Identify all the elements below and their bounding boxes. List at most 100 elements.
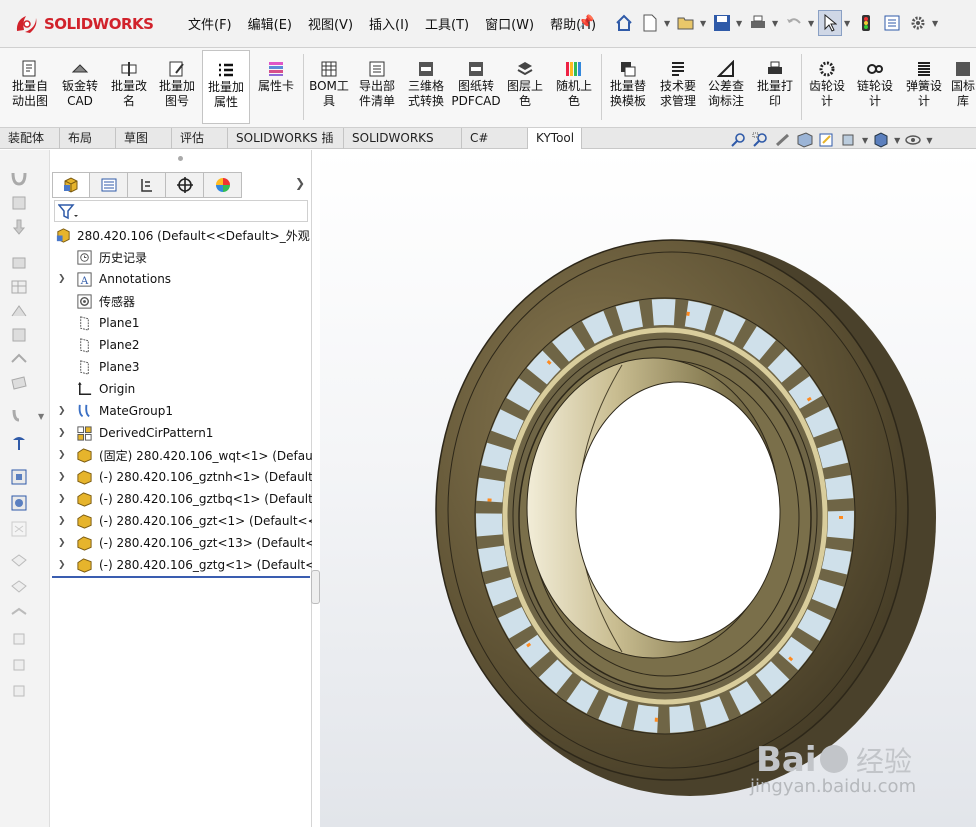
menu-file[interactable]: 文件(F) <box>180 14 240 33</box>
menu-edit[interactable]: 编辑(E) <box>240 14 300 33</box>
reference-geometry-icon[interactable] <box>9 350 29 368</box>
menu-insert[interactable]: 插入(I) <box>361 14 417 33</box>
tab-solidworks-mbd[interactable]: SOLIDWORKS MBD <box>344 128 462 165</box>
assembly-tool-4-icon[interactable] <box>9 630 29 648</box>
bom-tools-button[interactable]: BOM工 具 <box>306 50 352 124</box>
component-icon[interactable] <box>9 194 29 212</box>
tab-sketch[interactable]: 草图 <box>116 128 172 149</box>
expand-arrow-icon[interactable]: ❯ <box>58 560 66 570</box>
chevron-right-icon[interactable]: ❯ <box>295 176 305 190</box>
expand-arrow-icon[interactable]: ❯ <box>58 274 66 284</box>
dimxpert-tab[interactable] <box>166 172 204 198</box>
batch-replace-template-button[interactable]: 批量替 换模板 <box>604 50 652 124</box>
zoom-area-icon[interactable] <box>752 132 770 148</box>
select-pointer-icon[interactable] <box>818 10 842 36</box>
tree-item-plane2[interactable]: Plane2 <box>52 334 312 356</box>
expand-arrow-icon[interactable]: ❯ <box>58 428 66 438</box>
pin-menu-icon[interactable]: 📌 <box>578 15 594 30</box>
new-dropdown-icon[interactable]: ▼ <box>664 19 672 28</box>
options-list-icon[interactable] <box>880 10 904 36</box>
tree-item-sensors[interactable]: 传感器 <box>52 290 312 312</box>
feature-icon[interactable] <box>9 326 29 344</box>
assembly-tool-3-icon[interactable] <box>9 604 29 622</box>
property-manager-tab[interactable] <box>90 172 128 198</box>
expand-arrow-icon[interactable]: ❯ <box>58 472 66 482</box>
tree-item-plane1[interactable]: Plane1 <box>52 312 312 334</box>
tree-item-component-gztnh[interactable]: ❯ (-) 280.420.106_gztnh<1> (Default<< <box>52 466 312 488</box>
configuration-manager-tab[interactable] <box>128 172 166 198</box>
tree-item-component-gztbq[interactable]: ❯ (-) 280.420.106_gztbq<1> (Default<< <box>52 488 312 510</box>
select-dropdown-icon[interactable]: ▼ <box>844 19 852 28</box>
open-dropdown-icon[interactable]: ▼ <box>700 19 708 28</box>
dynamic-annotation-icon[interactable] <box>818 132 836 148</box>
save-icon[interactable] <box>710 10 734 36</box>
assembly-tool-2-icon[interactable] <box>9 578 29 596</box>
sprocket-design-button[interactable]: 链轮设 计 <box>852 50 898 124</box>
move-component-icon[interactable] <box>9 254 29 272</box>
batch-add-properties-button[interactable]: 批量加 属性 <box>202 50 250 124</box>
assembly-tool-1-icon[interactable] <box>9 552 29 570</box>
tree-item-component-gzt-13[interactable]: ❯ (-) 280.420.106_gzt<13> (Default<<l <box>52 532 312 554</box>
tree-item-mategroup1[interactable]: ❯ MateGroup1 <box>52 400 312 422</box>
tree-item-derivedcirpattern1[interactable]: ❯ DerivedCirPattern1 <box>52 422 312 444</box>
insert-component-icon[interactable] <box>9 218 29 236</box>
home-icon[interactable] <box>612 10 636 36</box>
undo-dropdown-icon[interactable]: ▼ <box>808 19 816 28</box>
sketch-icon[interactable] <box>9 302 29 320</box>
filter-icon[interactable] <box>58 204 78 220</box>
tab-assembly[interactable]: 装配体 <box>0 128 60 149</box>
tree-root-assembly[interactable]: 280.420.106 (Default<<Default>_外观 显 <box>52 224 312 246</box>
print-dropdown-icon[interactable]: ▼ <box>772 19 780 28</box>
panel-splitter-handle[interactable] <box>311 570 320 604</box>
expand-arrow-icon[interactable]: ❯ <box>58 406 66 416</box>
tolerance-query-button[interactable]: 公差查 询标注 <box>702 50 750 124</box>
drawing-to-pdf-cad-button[interactable]: 图纸转 PDFCAD <box>451 50 501 124</box>
tree-item-component-wqt[interactable]: ❯ (固定) 280.420.106_wqt<1> (Default< <box>52 444 312 466</box>
tree-item-origin[interactable]: Origin <box>52 378 312 400</box>
display-manager-tab[interactable] <box>204 172 242 198</box>
batch-auto-drawing-button[interactable]: 批量自 动出图 <box>6 50 54 124</box>
tab-kytool[interactable]: KYTool <box>528 128 582 149</box>
save-dropdown-icon[interactable]: ▼ <box>736 19 744 28</box>
rollback-bar[interactable] <box>52 576 310 578</box>
expand-arrow-icon[interactable]: ❯ <box>58 516 66 526</box>
smart-fastener-icon[interactable] <box>9 434 29 452</box>
tree-item-annotations[interactable]: ❯ A Annotations <box>52 268 312 290</box>
hide-show-items-icon[interactable] <box>904 132 922 148</box>
tree-filter-box[interactable] <box>54 200 308 222</box>
layer-color-button[interactable]: 图层上 色 <box>502 50 548 124</box>
pattern-dropdown-icon[interactable]: ▼ <box>38 412 44 421</box>
tree-item-plane3[interactable]: Plane3 <box>52 356 312 378</box>
hide-show-dropdown-icon[interactable]: ▼ <box>926 136 932 145</box>
assembly-tool-5-icon[interactable] <box>9 656 29 674</box>
undo-icon[interactable] <box>782 10 806 36</box>
3d-format-convert-button[interactable]: 三维格 式转换 <box>402 50 450 124</box>
expand-arrow-icon[interactable]: ❯ <box>58 494 66 504</box>
mate-icon[interactable] <box>9 170 29 188</box>
gear-icon[interactable] <box>906 10 930 36</box>
menu-tools[interactable]: 工具(T) <box>417 14 477 33</box>
batch-rename-button[interactable]: 批量改 名 <box>106 50 152 124</box>
orientation-dropdown-icon[interactable]: ▼ <box>862 136 868 145</box>
batch-print-button[interactable]: 批量打 印 <box>752 50 798 124</box>
display-dropdown-icon[interactable]: ▼ <box>894 136 900 145</box>
spring-design-button[interactable]: 弹簧设 计 <box>900 50 948 124</box>
graphics-area[interactable] <box>320 150 976 827</box>
assembly-tool-6-icon[interactable] <box>9 682 29 700</box>
print-icon[interactable] <box>746 10 770 36</box>
section-view-icon[interactable] <box>796 132 814 148</box>
panel-grip[interactable] <box>178 156 183 161</box>
instant3d-icon[interactable] <box>9 520 29 538</box>
sheetmetal-to-cad-button[interactable]: 钣金转 CAD <box>56 50 104 124</box>
plane-tool-icon[interactable] <box>9 374 29 392</box>
menu-window[interactable]: 窗口(W) <box>477 14 542 33</box>
open-icon[interactable] <box>674 10 698 36</box>
tree-item-history[interactable]: 历史记录 <box>52 246 312 268</box>
random-color-button[interactable]: 随机上 色 <box>550 50 598 124</box>
export-parts-list-button[interactable]: 导出部 件清单 <box>354 50 400 124</box>
feature-tree-tab[interactable] <box>52 172 90 198</box>
explode-view-icon[interactable] <box>9 468 29 486</box>
expand-arrow-icon[interactable]: ❯ <box>58 538 66 548</box>
zoom-to-fit-icon[interactable] <box>730 132 748 148</box>
traffic-light-icon[interactable] <box>854 10 878 36</box>
